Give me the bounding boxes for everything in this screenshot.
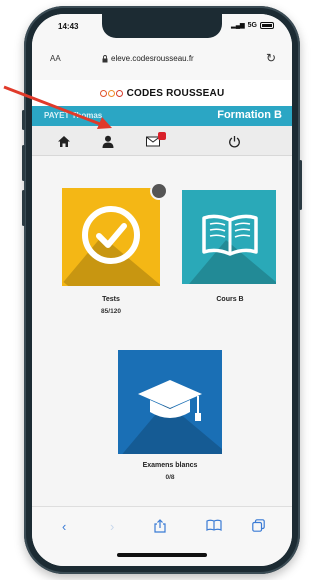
tile-cours-b[interactable] bbox=[182, 190, 276, 284]
tile-cours-b-label: Cours B bbox=[216, 296, 244, 303]
mail-icon[interactable] bbox=[144, 132, 166, 150]
tile-tests-progress: 85/120 bbox=[101, 308, 121, 315]
site-header: CODES ROUSSEAU bbox=[32, 80, 292, 106]
back-icon[interactable]: ‹ bbox=[62, 519, 66, 534]
forward-icon[interactable]: › bbox=[110, 519, 114, 534]
status-time: 14:43 bbox=[58, 22, 79, 31]
text-size-button[interactable]: AA bbox=[50, 54, 61, 63]
power-button bbox=[299, 160, 302, 210]
browser-address-bar: AA eleve.codesrousseau.fr ↻ bbox=[32, 40, 292, 80]
browser-toolbar: ‹ › bbox=[32, 506, 292, 566]
logo-rings-icon bbox=[99, 89, 123, 97]
notch bbox=[102, 14, 222, 38]
network-label: 5G bbox=[247, 22, 257, 29]
status-bar: 14:43 ▂▄▆ 5G bbox=[32, 14, 292, 40]
bookmarks-icon[interactable] bbox=[206, 519, 222, 534]
status-indicators: ▂▄▆ 5G bbox=[231, 22, 274, 29]
tile-examens-blancs[interactable] bbox=[118, 350, 222, 454]
tile-tests[interactable] bbox=[62, 188, 160, 286]
lock-icon bbox=[102, 54, 108, 62]
user-name: PAYET Thomas bbox=[44, 111, 103, 120]
battery-icon bbox=[260, 22, 274, 29]
formation-label: Formation B bbox=[217, 109, 282, 121]
url-text: eleve.codesrousseau.fr bbox=[111, 54, 194, 63]
volume-down-button bbox=[22, 190, 25, 226]
reload-icon[interactable]: ↻ bbox=[266, 51, 276, 65]
power-icon[interactable] bbox=[224, 132, 244, 150]
main-content: Tests 85/120 Cours B Examens blancs 0/8 bbox=[32, 156, 292, 506]
checkmark-icon bbox=[82, 206, 140, 264]
signal-icon: ▂▄▆ bbox=[231, 23, 245, 29]
tile-examens-label: Examens blancs bbox=[142, 462, 198, 469]
home-icon[interactable] bbox=[54, 132, 74, 150]
user-icon[interactable] bbox=[98, 132, 118, 150]
icon-navigation bbox=[32, 126, 292, 156]
home-indicator bbox=[117, 553, 207, 557]
status-dot bbox=[150, 182, 168, 200]
tabs-icon[interactable] bbox=[252, 519, 265, 535]
share-icon[interactable] bbox=[154, 519, 166, 536]
unread-badge bbox=[158, 132, 166, 140]
tile-examens-progress: 0/8 bbox=[165, 474, 175, 481]
volume-up-button bbox=[22, 145, 25, 181]
book-icon bbox=[202, 214, 258, 256]
site-logo-text: CODES ROUSSEAU bbox=[126, 87, 225, 99]
graduation-cap-icon bbox=[138, 380, 202, 421]
phone-screen: 14:43 ▂▄▆ 5G AA eleve.codesrousseau.fr ↻… bbox=[32, 14, 292, 566]
tile-tests-label: Tests bbox=[102, 296, 120, 303]
mute-switch bbox=[22, 110, 25, 130]
user-banner: PAYET Thomas Formation B bbox=[32, 106, 292, 126]
url-field[interactable]: eleve.codesrousseau.fr bbox=[102, 54, 194, 63]
